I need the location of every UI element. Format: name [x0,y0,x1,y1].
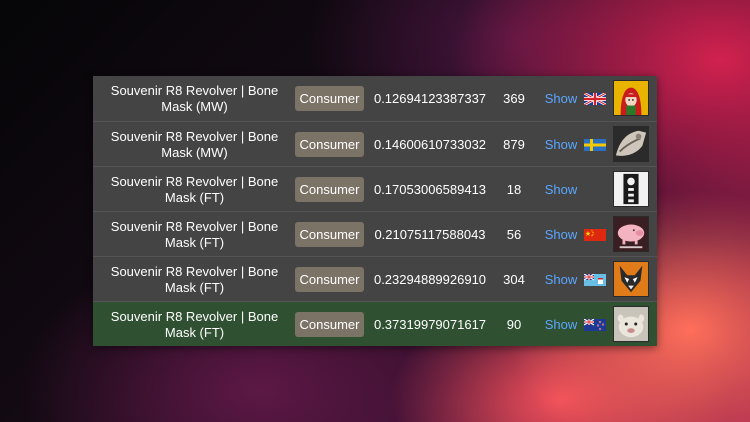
fj-flag-icon [584,274,606,286]
consumer-button[interactable]: Consumer [295,177,364,202]
table-row: Souvenir R8 Revolver | Bone Mask (MW) Co… [93,76,657,121]
item-name: Souvenir R8 Revolver | Bone Mask (FT) [110,308,279,340]
consumer-button[interactable]: Consumer [295,222,364,247]
rank-count: 304 [503,272,525,287]
consumer-button[interactable]: Consumer [295,312,364,337]
item-name: Souvenir R8 Revolver | Bone Mask (MW) [110,82,279,114]
consumer-button[interactable]: Consumer [295,86,364,111]
table-row: Souvenir R8 Revolver | Bone Mask (MW) Co… [93,121,657,166]
item-name: Souvenir R8 Revolver | Bone Mask (FT) [110,173,279,205]
float-value: 0.14600610733032 [373,137,487,152]
pale-creature-avatar[interactable] [613,306,649,342]
grayscale-figure-avatar[interactable] [613,126,649,162]
show-link[interactable]: Show [542,167,580,212]
pink-pig-avatar[interactable] [613,216,649,252]
show-link[interactable]: Show [542,212,580,257]
rank-count: 90 [506,317,522,332]
consumer-button[interactable]: Consumer [295,267,364,292]
float-value: 0.17053006589413 [373,182,487,197]
float-value: 0.21075117588043 [374,227,486,242]
item-name: Souvenir R8 Revolver | Bone Mask (MW) [110,128,279,160]
show-link[interactable]: Show [542,76,580,121]
show-link[interactable]: Show [542,257,580,302]
item-name: Souvenir R8 Revolver | Bone Mask (FT) [110,218,279,250]
rank-count: 56 [506,227,522,242]
table-row: Souvenir R8 Revolver | Bone Mask (FT) Co… [93,256,657,301]
rank-count: 369 [503,91,525,106]
show-link[interactable]: Show [542,302,580,347]
cn-flag-icon [584,229,606,241]
se-flag-icon [584,139,606,151]
black-white-figure-avatar[interactable] [613,171,649,207]
item-name: Souvenir R8 Revolver | Bone Mask (FT) [110,263,279,295]
orange-wolf-avatar[interactable] [613,261,649,297]
rank-count: 18 [506,182,522,197]
consumer-button[interactable]: Consumer [295,132,364,157]
red-hood-avatar[interactable] [613,80,649,116]
float-value: 0.23294889926910 [373,272,487,287]
table-row: Souvenir R8 Revolver | Bone Mask (FT) Co… [93,211,657,256]
show-link[interactable]: Show [542,122,580,167]
rank-count: 879 [503,137,525,152]
float-value: 0.12694123387337 [373,91,487,106]
gb-flag-icon [584,93,606,105]
inventory-table: Souvenir R8 Revolver | Bone Mask (MW) Co… [93,76,657,346]
nz-flag-icon [584,319,606,331]
float-value: 0.37319979071617 [373,317,487,332]
table-row: Souvenir R8 Revolver | Bone Mask (FT) Co… [93,301,657,346]
table-row: Souvenir R8 Revolver | Bone Mask (FT) Co… [93,166,657,211]
